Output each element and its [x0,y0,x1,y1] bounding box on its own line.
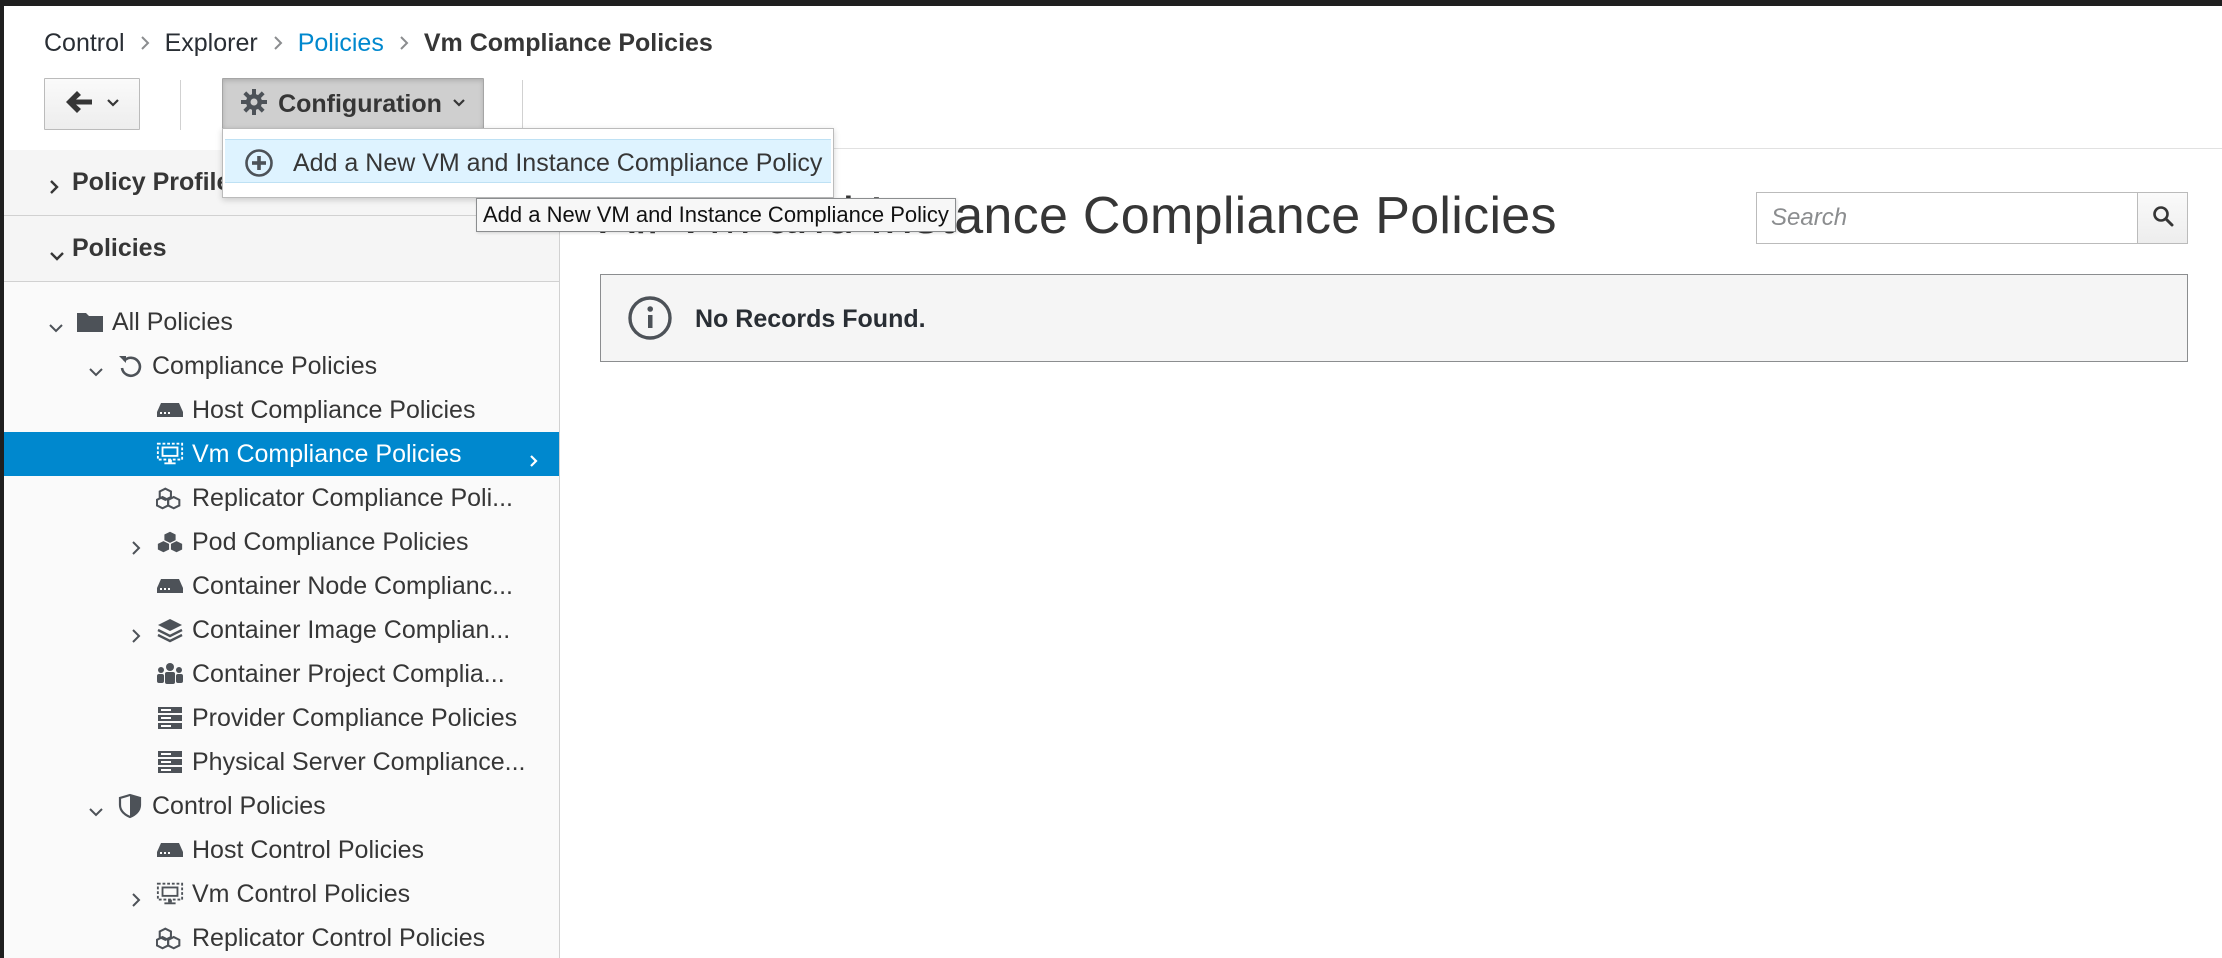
tree-item-provider-compliance[interactable]: Provider Compliance Policies [4,696,559,740]
chevron-right-icon[interactable] [128,622,144,643]
breadcrumb-explorer[interactable]: Explorer [165,29,258,58]
tree-item-label: Container Node Complianc... [192,572,513,600]
tree-item-label: Pod Compliance Policies [192,528,469,556]
tree-item-label: Host Compliance Policies [192,396,476,424]
tree-item-label: Replicator Control Policies [192,924,486,952]
arrow-left-icon [64,89,94,120]
tree-item-all-policies[interactable]: All Policies [4,300,559,344]
chevron-down-icon[interactable] [88,358,104,377]
search-button[interactable] [2137,193,2187,243]
layers-icon [156,617,184,643]
tree-item-vm-compliance[interactable]: Vm Compliance Policies [4,432,559,476]
configuration-dropdown-menu: Add a New VM and Instance Compliance Pol… [222,128,834,198]
alert-message: No Records Found. [695,305,926,333]
users-icon [156,661,184,687]
chevron-right-icon[interactable] [128,534,144,555]
cubes-icon [156,485,184,511]
tree-item-label: Compliance Policies [152,352,378,380]
tree-item-container-project-compliance[interactable]: Container Project Complia... [4,652,559,696]
host-icon [156,397,184,423]
toolbar-divider [180,80,181,130]
tree-item-label: Container Image Complian... [192,616,511,644]
host-icon [156,837,184,863]
chevron-down-icon [106,95,120,113]
history-back-button[interactable] [44,78,140,130]
gear-icon [240,88,268,121]
tree-item-host-control[interactable]: Host Control Policies [4,828,559,872]
host-icon [156,573,184,599]
vm-icon [156,881,184,907]
toolbar-divider [522,80,523,130]
tooltip: Add a New VM and Instance Compliance Pol… [476,198,956,232]
tree-item-label: Replicator Compliance Poli... [192,484,513,512]
chevron-right-icon [528,447,540,476]
chevron-down-icon [452,95,466,113]
cubes-icon [156,925,184,951]
tree-item-label: Vm Compliance Policies [192,440,462,468]
tree-item-label: All Policies [112,308,233,336]
tree-item-replicator-control[interactable]: Replicator Control Policies [4,916,559,958]
tree-item-container-image-compliance[interactable]: Container Image Complian... [4,608,559,652]
tree-item-compliance-policies[interactable]: Compliance Policies [4,344,559,388]
chevron-right-icon [48,174,60,203]
cubes-icon [156,529,184,555]
chevron-down-icon[interactable] [88,798,104,817]
add-vm-compliance-policy-menu-item[interactable]: Add a New VM and Instance Compliance Pol… [225,139,831,183]
search-icon [2152,205,2174,232]
accordion-label: Policy Profiles [72,168,245,196]
server-icon [156,705,184,731]
no-records-alert: No Records Found. [600,274,2188,362]
tree-item-replicator-compliance[interactable]: Replicator Compliance Poli... [4,476,559,520]
chevron-right-icon[interactable] [128,886,144,907]
configuration-button[interactable]: Configuration [222,78,484,130]
tree-item-vm-control[interactable]: Vm Control Policies [4,872,559,916]
breadcrumb-control[interactable]: Control [44,29,125,58]
tree-item-label: Provider Compliance Policies [192,704,518,732]
tree-item-label: Container Project Complia... [192,660,505,688]
accordion-label: Policies [72,234,167,262]
breadcrumb-policies[interactable]: Policies [298,29,384,58]
tree-item-pod-compliance[interactable]: Pod Compliance Policies [4,520,559,564]
breadcrumb: Control Explorer Policies Vm Compliance … [44,26,713,60]
menu-item-label: Add a New VM and Instance Compliance Pol… [293,149,823,177]
configuration-label: Configuration [278,89,442,118]
vm-icon [156,441,184,467]
search-box [1756,192,2188,244]
tree-item-physical-server-compliance[interactable]: Physical Server Compliance... [4,740,559,784]
server-icon [156,749,184,775]
plus-circle-icon [243,148,275,183]
breadcrumb-current: Vm Compliance Policies [423,28,713,57]
tree-item-container-node-compliance[interactable]: Container Node Complianc... [4,564,559,608]
window-top-edge [0,0,2222,6]
folder-icon [76,309,104,335]
sidebar: Policy Profiles Policies All Policies Co… [4,150,560,958]
tree-item-label: Host Control Policies [192,836,425,864]
info-icon [627,295,673,346]
tree-item-label: Control Policies [152,792,326,820]
refresh-icon [116,353,144,379]
chevron-right-icon [139,34,151,52]
tree-item-label: Vm Control Policies [192,880,411,908]
tree-item-control-policies[interactable]: Control Policies [4,784,559,828]
chevron-right-icon [272,34,284,52]
tree-item-label: Physical Server Compliance... [192,748,526,776]
shield-icon [116,793,144,819]
chevron-down-icon [48,240,66,269]
search-input[interactable] [1757,193,2137,243]
chevron-right-icon [398,34,410,52]
chevron-down-icon[interactable] [48,314,64,333]
tree-item-host-compliance[interactable]: Host Compliance Policies [4,388,559,432]
